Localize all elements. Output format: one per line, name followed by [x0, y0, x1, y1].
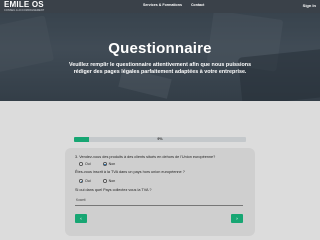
page-title: Questionnaire [108, 40, 212, 57]
nav-services[interactable]: Services & Formations [143, 3, 182, 7]
previous-button[interactable]: ‹ [75, 214, 87, 223]
radio-button[interactable] [102, 179, 107, 183]
chevron-left-icon: ‹ [80, 216, 82, 221]
radio-q2-non[interactable]: Non [102, 179, 116, 183]
nav-contact[interactable]: Contact [191, 3, 204, 7]
radio-button[interactable] [102, 162, 107, 166]
logo-text: EMILE OS [4, 0, 44, 9]
radio-label: Non [108, 179, 116, 183]
next-button[interactable]: › [231, 214, 243, 223]
sign-in-link[interactable]: Sign In [303, 3, 316, 8]
country-input-value: Koweit [76, 198, 86, 202]
radio-button[interactable] [79, 179, 83, 183]
question-card: 3. Vendez-vous des produits à des client… [65, 148, 255, 236]
progress-bar: 9% [74, 137, 246, 142]
page-subtitle: Veuillez remplir le questionnaire attent… [68, 62, 252, 75]
hero-banner: Questionnaire Veuillez remplir le questi… [0, 13, 320, 101]
site-header: EMILE OS CONSEIL & ACCOMPAGNEMENT Servic… [0, 0, 320, 13]
questionnaire-page: EMILE OS CONSEIL & ACCOMPAGNEMENT Servic… [0, 0, 320, 240]
question-1: 3. Vendez-vous des produits à des client… [75, 155, 216, 159]
radio-q1-oui[interactable]: Oui [79, 162, 91, 166]
radio-label: Non [108, 162, 116, 166]
question-2: Êtes-vous inscrit à la TVA dans un pays … [75, 170, 185, 174]
hero-overlay [0, 13, 320, 101]
question-1-options: Oui Non [79, 162, 115, 166]
radio-button[interactable] [79, 162, 83, 166]
radio-label: Oui [85, 162, 91, 166]
main-nav: Services & Formations Contact [143, 3, 204, 7]
chevron-right-icon: › [236, 216, 238, 221]
logo[interactable]: EMILE OS CONSEIL & ACCOMPAGNEMENT [4, 1, 52, 13]
country-input[interactable]: Koweit [75, 196, 243, 206]
radio-q1-non[interactable]: Non [102, 162, 116, 166]
question-3: Si oui dans quel Pays collectez vous la … [75, 188, 152, 192]
logo-tagline: CONSEIL & ACCOMPAGNEMENT [4, 9, 45, 12]
radio-q2-oui[interactable]: Oui [79, 179, 91, 183]
question-2-options: Oui Non [79, 179, 115, 183]
radio-label: Oui [85, 179, 91, 183]
progress-label: 9% [157, 137, 163, 141]
